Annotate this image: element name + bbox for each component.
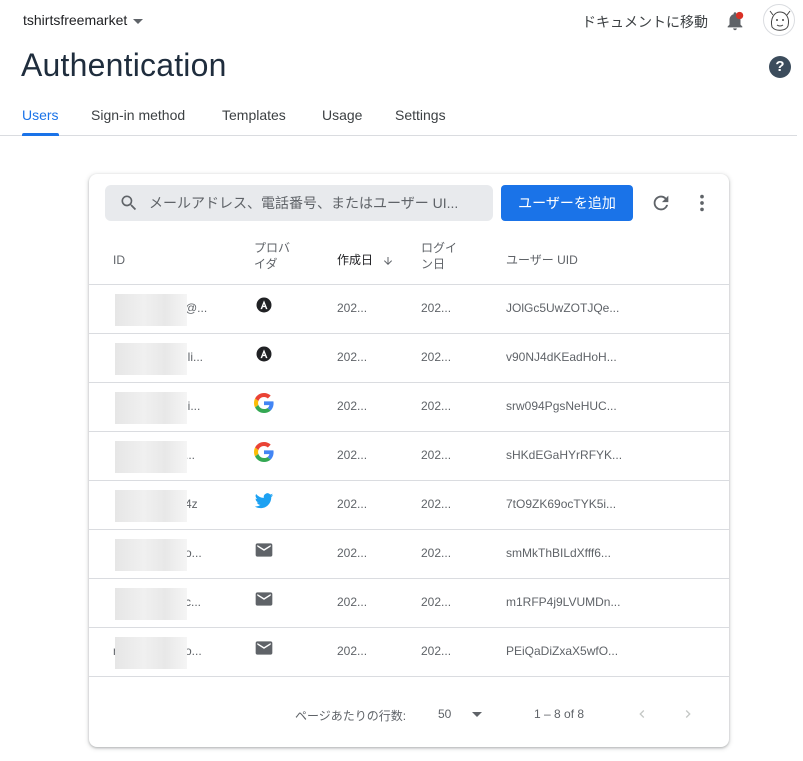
tab-sign-in-method[interactable]: Sign-in method <box>91 107 185 134</box>
user-id: lli... <box>185 350 203 364</box>
redacted-id-mask <box>115 343 187 375</box>
user-id: li... <box>185 399 201 413</box>
bell-icon[interactable] <box>724 10 746 32</box>
table-header: ID プロバイダ 作成日 ログイン日 ユーザー UID <box>89 236 729 285</box>
created-date: 202... <box>337 644 368 658</box>
signed-in-date: 202... <box>421 399 452 413</box>
table-row[interactable]: c... 202... 202... m1RFP4j9LVUMDn... <box>89 578 729 628</box>
table-row[interactable]: o... 202... 202... smMkThBILdXfff6... <box>89 529 729 579</box>
table-row[interactable]: ... 202... 202... sHKdEGaHYrRFYK... <box>89 431 729 481</box>
chevron-left-icon[interactable] <box>634 706 650 722</box>
column-id: ID <box>113 253 125 267</box>
project-name: tshirtsfreemarket <box>23 12 128 28</box>
created-date: 202... <box>337 399 368 413</box>
google-icon <box>254 393 274 413</box>
user-uid: v90NJ4dKEadHoH... <box>506 350 617 364</box>
docs-link[interactable]: ドキュメントに移動 <box>582 12 708 32</box>
user-id: @... <box>185 301 208 315</box>
column-created-label: 作成日 <box>337 253 374 267</box>
redacted-id-mask <box>115 441 187 473</box>
rows-per-page-select[interactable]: 50 <box>438 707 451 721</box>
page-title: Authentication <box>21 47 227 83</box>
user-uid: sHKdEGaHYrRFYK... <box>506 448 623 462</box>
table-row[interactable]: @... 202... 202... JOlGc5UwZOTJQe... <box>89 284 729 334</box>
tab-bar: Users Sign-in method Templates Usage Set… <box>0 100 797 136</box>
user-id: o... <box>185 644 202 658</box>
tab-usage[interactable]: Usage <box>322 107 362 134</box>
redacted-id-mask <box>115 490 187 522</box>
tab-users[interactable]: Users <box>22 107 59 136</box>
signed-in-date: 202... <box>421 497 452 511</box>
user-id: o... <box>185 546 202 560</box>
search-input[interactable]: メールアドレス、電話番号、またはユーザー UI... <box>105 185 493 221</box>
table-row[interactable]: 4z 202... 202... 7tO9ZK69ocTYK5i... <box>89 480 729 530</box>
table-row[interactable]: lli... 202... 202... v90NJ4dKEadHoH... <box>89 333 729 383</box>
user-uid: smMkThBILdXfff6... <box>506 546 611 560</box>
user-uid: JOlGc5UwZOTJQe... <box>506 301 620 315</box>
apple-icon <box>254 295 274 315</box>
project-selector[interactable]: tshirtsfreemarket <box>23 12 144 28</box>
signed-in-date: 202... <box>421 644 452 658</box>
avatar-drawing-icon <box>769 10 791 31</box>
redacted-id-mask <box>115 539 187 571</box>
redacted-id-mask <box>115 392 187 424</box>
apple-icon <box>254 344 274 364</box>
signed-in-date: 202... <box>421 595 452 609</box>
created-date: 202... <box>337 497 368 511</box>
signed-in-date: 202... <box>421 546 452 560</box>
email-icon <box>254 589 274 609</box>
twitter-icon <box>254 491 274 511</box>
column-uid: ユーザー UID <box>506 253 578 267</box>
search-icon <box>121 195 137 211</box>
email-icon <box>254 638 274 658</box>
table-row[interactable]: no...202...202...PEiQaDiZxaX5wfO... <box>89 627 729 677</box>
tab-templates[interactable]: Templates <box>222 107 286 134</box>
user-uid: m1RFP4j9LVUMDn... <box>506 595 621 609</box>
google-icon <box>254 442 274 462</box>
column-signed-in: ログイン日 <box>421 241 458 271</box>
more-vert-icon[interactable] <box>691 192 713 214</box>
signed-in-date: 202... <box>421 350 452 364</box>
created-date: 202... <box>337 546 368 560</box>
tab-settings[interactable]: Settings <box>395 107 446 134</box>
created-date: 202... <box>337 301 368 315</box>
add-user-button[interactable]: ユーザーを追加 <box>501 185 633 221</box>
help-icon[interactable]: ? <box>769 56 791 78</box>
user-uid: 7tO9ZK69ocTYK5i... <box>506 497 617 511</box>
signed-in-date: 202... <box>421 448 452 462</box>
pagination: ページあたりの行数: 50 1 – 8 of 8 <box>89 676 729 746</box>
table-row[interactable]: li... 202... 202... srw094PgsNeHUC... <box>89 382 729 432</box>
chevron-right-icon[interactable] <box>680 706 696 722</box>
column-provider: プロバイダ <box>254 241 291 271</box>
redacted-id-mask <box>115 294 187 326</box>
redacted-id-mask <box>115 588 187 620</box>
user-uid: srw094PgsNeHUC... <box>506 399 617 413</box>
column-created[interactable]: 作成日 <box>337 252 394 268</box>
refresh-icon[interactable] <box>650 192 672 214</box>
signed-in-date: 202... <box>421 301 452 315</box>
user-id: c... <box>185 595 202 609</box>
users-card: メールアドレス、電話番号、またはユーザー UI... ユーザーを追加 ID プロ… <box>89 174 729 747</box>
user-uid: PEiQaDiZxaX5wfO... <box>506 644 619 658</box>
avatar[interactable] <box>763 4 795 36</box>
created-date: 202... <box>337 448 368 462</box>
chevron-down-icon <box>133 18 144 24</box>
created-date: 202... <box>337 595 368 609</box>
chevron-down-icon[interactable] <box>472 712 482 717</box>
redacted-id-mask <box>115 637 187 669</box>
arrow-down-icon <box>384 256 393 265</box>
page-range: 1 – 8 of 8 <box>534 707 585 721</box>
created-date: 202... <box>337 350 368 364</box>
search-placeholder: メールアドレス、電話番号、またはユーザー UI... <box>149 195 459 211</box>
email-icon <box>254 540 274 560</box>
rows-per-page-label: ページあたりの行数: <box>295 709 407 723</box>
